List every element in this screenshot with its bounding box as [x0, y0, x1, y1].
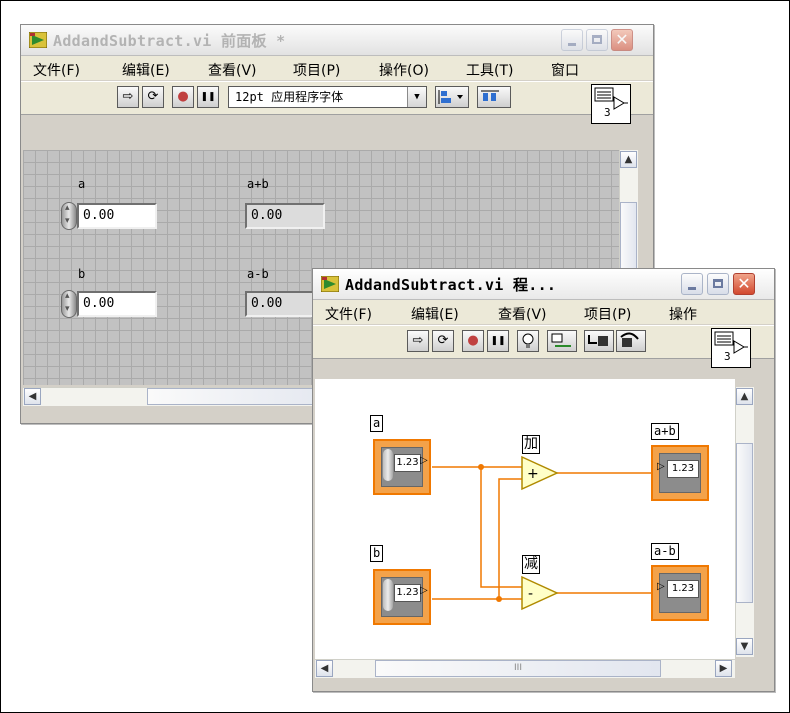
front-panel-title: AddandSubtract.vi 前面板 * — [53, 32, 286, 50]
menu-operate[interactable]: 操作(O) — [379, 60, 429, 80]
horizontal-scroll-thumb[interactable]: III — [375, 660, 661, 677]
input-arrow-icon: ▷ — [657, 581, 665, 592]
control-b-increment[interactable] — [61, 290, 77, 318]
terminal-sum[interactable]: ▷ 1.23 — [651, 445, 709, 501]
chevron-down-icon: ▼ — [407, 87, 426, 107]
terminal-b-spinner-icon — [383, 579, 393, 611]
front-panel-toolbar: ⇨ ⟳ ● ❚❚ 12pt 应用程序字体 ▼ — [21, 81, 653, 115]
scroll-left-button[interactable]: ◀ — [316, 660, 333, 677]
terminal-a-spinner-icon — [383, 449, 393, 481]
minimize-button[interactable] — [561, 29, 583, 51]
output-arrow-icon: ▷ — [420, 455, 428, 466]
close-icon: ✕ — [615, 30, 629, 49]
indicator-sum-value: 0.00 — [245, 203, 325, 229]
terminal-diff-label: a-b — [651, 543, 679, 560]
run-continuously-button[interactable]: ⟳ — [142, 86, 164, 108]
wire-junction-b — [496, 596, 502, 602]
menu-file[interactable]: 文件(F) — [33, 60, 80, 80]
scroll-up-button[interactable]: ▲ — [736, 388, 753, 405]
terminal-a[interactable]: 1.23 ▷ — [373, 439, 431, 495]
terminal-b-value: 1.23 — [394, 584, 421, 602]
terminal-a-label: a — [370, 415, 384, 432]
scroll-right-button[interactable]: ▶ — [715, 660, 732, 677]
wire-b-to-add — [498, 478, 525, 599]
wire-a-to-subtract — [480, 467, 525, 588]
subtract-node-symbol: - — [528, 586, 533, 602]
terminal-diff-value: 1.23 — [667, 580, 699, 598]
menu-view[interactable]: 查看(V) — [208, 60, 257, 80]
control-b-label: b — [78, 267, 86, 281]
terminal-diff[interactable]: ▷ 1.23 — [651, 565, 709, 621]
scroll-grip-icon: III — [514, 663, 522, 673]
vi-icon-number: 3 — [604, 106, 611, 119]
control-b-input[interactable]: 0.00 — [77, 291, 157, 317]
wire-junction-a — [478, 464, 484, 470]
vi-connector-icon — [594, 87, 628, 110]
minimize-icon — [568, 43, 576, 46]
front-panel-menubar: 文件(F) 编辑(E) 查看(V) 项目(P) 操作(O) 工具(T) 窗口 — [21, 56, 653, 80]
maximize-icon — [592, 35, 602, 44]
maximize-button[interactable] — [586, 29, 608, 51]
run-button[interactable]: ⇨ — [117, 86, 139, 108]
align-icon — [438, 90, 463, 104]
scroll-left-button[interactable]: ◀ — [24, 388, 41, 405]
scroll-down-button[interactable]: ▼ — [736, 638, 753, 655]
add-node-symbol: + — [527, 466, 539, 482]
terminal-b[interactable]: 1.23 ▷ — [373, 569, 431, 625]
front-panel-vi-icon[interactable]: 3 — [591, 84, 631, 124]
terminal-sum-label: a+b — [651, 423, 679, 440]
menu-project[interactable]: 项目(P) — [293, 60, 340, 80]
input-arrow-icon: ▷ — [657, 461, 665, 472]
terminal-a-value: 1.23 — [394, 454, 421, 472]
terminal-b-label: b — [370, 545, 384, 562]
pause-button[interactable]: ❚❚ — [197, 86, 219, 108]
distribute-objects-button[interactable] — [477, 86, 511, 108]
wires — [432, 466, 652, 600]
control-a-increment[interactable] — [61, 202, 77, 230]
menu-tools[interactable]: 工具(T) — [466, 60, 513, 80]
control-a-label: a — [78, 177, 86, 191]
menu-edit[interactable]: 编辑(E) — [122, 60, 170, 80]
vertical-scroll-thumb[interactable] — [736, 443, 753, 603]
close-button[interactable]: ✕ — [611, 29, 633, 51]
control-a-input[interactable]: 0.00 — [77, 203, 157, 229]
font-select[interactable]: 12pt 应用程序字体 ▼ — [228, 86, 427, 108]
distribute-icon — [481, 90, 499, 101]
indicator-sum-label: a+b — [247, 177, 269, 191]
block-diagram-horizontal-scrollbar[interactable]: ◀ III ▶ — [315, 659, 735, 678]
scroll-up-button[interactable]: ▲ — [620, 151, 637, 168]
subtract-node-label: 减 — [522, 555, 540, 574]
indicator-diff-label: a-b — [247, 267, 269, 281]
align-objects-button[interactable] — [435, 86, 469, 108]
front-panel-titlebar[interactable]: AddandSubtract.vi 前面板 * ✕ — [21, 25, 653, 56]
abort-button[interactable]: ● — [172, 86, 194, 108]
block-diagram-window: AddandSubtract.vi 程... ✕ 文件(F) 编辑(E) 查看(… — [312, 268, 775, 692]
labview-app-icon — [29, 32, 47, 48]
block-diagram-vertical-scrollbar[interactable]: ▲ ▼ — [735, 387, 754, 657]
terminal-sum-value: 1.23 — [667, 460, 699, 478]
output-arrow-icon: ▷ — [420, 585, 428, 596]
font-select-value: 12pt 应用程序字体 — [235, 90, 344, 104]
add-node-label: 加 — [522, 435, 540, 454]
menu-window[interactable]: 窗口 — [551, 60, 579, 80]
